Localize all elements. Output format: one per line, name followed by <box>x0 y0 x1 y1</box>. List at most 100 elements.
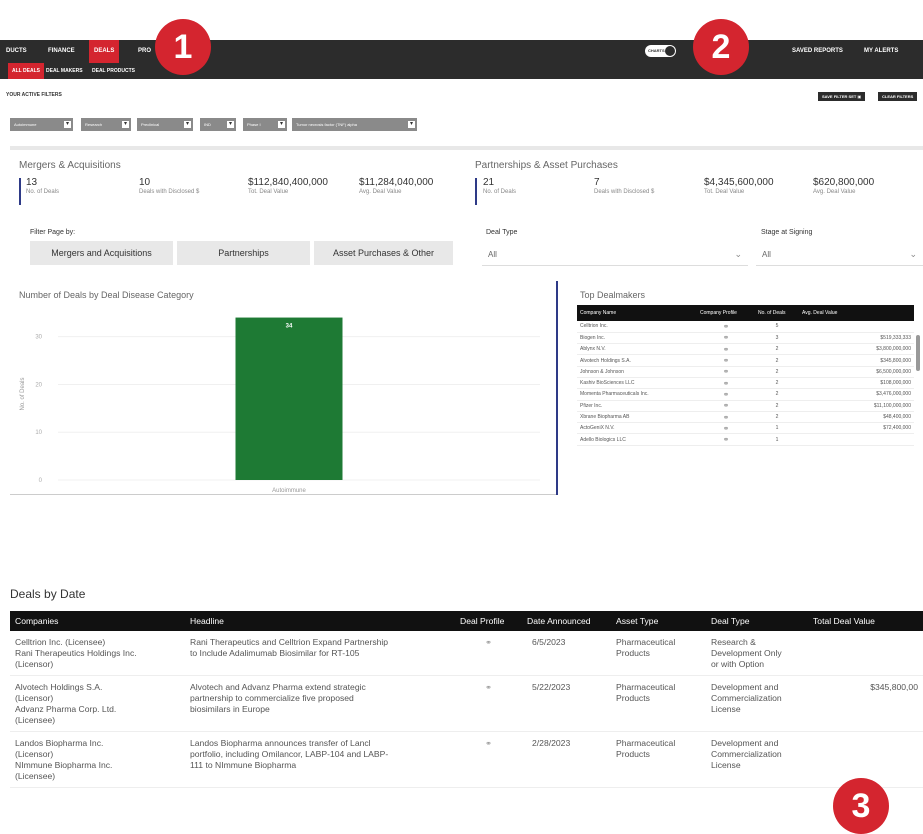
filter-chip[interactable]: Research ▾ <box>81 118 131 131</box>
table-row[interactable]: Ablynx N.V. ⚭ 2 $3,800,000,000 <box>577 343 914 356</box>
table-row[interactable]: Pfizer Inc. ⚭ 2 $11,100,000,000 <box>577 400 914 412</box>
company-profile-cell[interactable]: ⚭ <box>697 366 755 378</box>
nav-item-saved-reports[interactable]: SAVED REPORTS <box>792 40 843 63</box>
company-profile-cell[interactable]: ⚭ <box>697 411 755 424</box>
remove-filter-icon[interactable]: ▾ <box>184 121 191 128</box>
link-icon[interactable]: ⚭ <box>723 333 730 342</box>
table-row[interactable]: Celltrion Inc. (Licensee) Rani Therapeut… <box>10 631 923 676</box>
company-name-cell[interactable]: ActoGeniX N.V. <box>577 422 697 435</box>
deal-profile-cell[interactable]: ⚭ <box>455 731 522 788</box>
table-row[interactable]: Celltrion Inc. ⚭ 5 <box>577 321 914 333</box>
col-company-profile[interactable]: Company Profile <box>697 305 755 321</box>
company-name-cell[interactable]: Pfizer Inc. <box>577 400 697 412</box>
company-profile-cell[interactable]: ⚭ <box>697 343 755 356</box>
link-icon[interactable]: ⚭ <box>723 401 730 410</box>
table-row[interactable]: Alvotech Holdings S.A. ⚭ 2 $345,800,000 <box>577 354 914 367</box>
stage-select[interactable]: All ⌄ <box>756 243 923 266</box>
table-row[interactable]: Xbrane Biopharma AB ⚭ 2 $48,400,000 <box>577 411 914 424</box>
col-company-name[interactable]: Company Name <box>577 305 697 321</box>
company-name-cell[interactable]: Biogen Inc. <box>577 332 697 345</box>
company-profile-cell[interactable]: ⚭ <box>697 400 755 412</box>
company-profile-cell[interactable]: ⚭ <box>697 433 755 446</box>
link-icon[interactable]: ⚭ <box>485 683 492 692</box>
company-name-cell[interactable]: Xbrane Biopharma AB <box>577 411 697 424</box>
remove-filter-icon[interactable]: ▾ <box>408 121 415 128</box>
table-row[interactable]: Alvotech Holdings S.A. (Licensor) Advanz… <box>10 675 923 732</box>
nav-item-deals[interactable]: DEALS <box>89 40 120 63</box>
col-no-of-deals[interactable]: No. of Deals <box>755 305 799 321</box>
link-icon[interactable]: ⚭ <box>723 322 730 331</box>
company-profile-cell[interactable]: ⚭ <box>697 422 755 435</box>
subnav-deal-products[interactable]: DEAL PRODUCTS <box>92 63 135 79</box>
company-name-cell[interactable]: Kashiv BioSciences LLC <box>577 377 697 390</box>
save-filter-set-button[interactable]: SAVE FILTER SET ▣ <box>818 92 866 101</box>
companies-cell[interactable]: Celltrion Inc. (Licensee) Rani Therapeut… <box>10 631 185 676</box>
link-icon[interactable]: ⚭ <box>723 413 730 422</box>
deal-profile-cell[interactable]: ⚭ <box>455 675 522 732</box>
filter-chip[interactable]: Preclinical ▾ <box>137 118 193 131</box>
companies-cell[interactable]: Alvotech Holdings S.A. (Licensor) Advanz… <box>10 675 185 732</box>
col-deal-profile[interactable]: Deal Profile <box>455 611 522 631</box>
filter-chip[interactable]: Phase I ▾ <box>243 118 287 131</box>
link-icon[interactable]: ⚭ <box>723 435 730 444</box>
remove-filter-icon[interactable]: ▾ <box>64 121 71 128</box>
company-name-cell[interactable]: Alvotech Holdings S.A. <box>577 354 697 367</box>
table-row[interactable]: Kashiv BioSciences LLC ⚭ 2 $108,000,000 <box>577 377 914 390</box>
link-icon[interactable]: ⚭ <box>485 638 492 647</box>
table-row[interactable]: Biogen Inc. ⚭ 3 $519,333,333 <box>577 332 914 345</box>
link-icon[interactable]: ⚭ <box>723 379 730 388</box>
company-name-cell[interactable]: Celltrion Inc. <box>577 321 697 333</box>
col-total-deal-value[interactable]: Total Deal Value <box>808 611 923 631</box>
company-name-cell[interactable]: Ablynx N.V. <box>577 343 697 356</box>
col-asset-type[interactable]: Asset Type <box>611 611 706 631</box>
filter-chip[interactable]: Autoimmune ▾ <box>10 118 73 131</box>
deal-type-select[interactable]: All ⌄ <box>482 243 748 266</box>
clear-filters-button[interactable]: CLEAR FILTERS <box>878 92 918 101</box>
col-deal-type[interactable]: Deal Type <box>706 611 808 631</box>
filter-ma-button[interactable]: Mergers and Acquisitions <box>30 241 173 265</box>
company-name-cell[interactable]: Johnson & Johnson <box>577 366 697 378</box>
link-icon[interactable]: ⚭ <box>723 356 730 365</box>
remove-filter-icon[interactable]: ▾ <box>278 121 285 128</box>
headline-cell[interactable]: Landos Biopharma announces transfer of L… <box>185 731 455 788</box>
col-companies[interactable]: Companies <box>10 611 185 631</box>
col-headline[interactable]: Headline <box>185 611 455 631</box>
filter-partnerships-button[interactable]: Partnerships <box>177 241 310 265</box>
table-row[interactable]: Adello Biologics LLC ⚭ 1 <box>577 433 914 446</box>
headline-cell[interactable]: Alvotech and Advanz Pharma extend strate… <box>185 675 455 732</box>
subnav-deal-makers[interactable]: DEAL MAKERS <box>46 63 83 79</box>
filter-asset-purchases-button[interactable]: Asset Purchases & Other <box>314 241 453 265</box>
link-icon[interactable]: ⚭ <box>723 367 730 376</box>
charts-toggle[interactable]: CHARTS <box>645 45 676 57</box>
company-profile-cell[interactable]: ⚭ <box>697 388 755 401</box>
nav-item-products[interactable]: DUCTS <box>6 40 27 63</box>
col-date-announced[interactable]: Date Announced <box>522 611 611 631</box>
companies-cell[interactable]: Landos Biopharma Inc. (Licensor) NImmune… <box>10 731 185 788</box>
nav-item-finance[interactable]: FINANCE <box>48 40 75 63</box>
nav-item-my-alerts[interactable]: MY ALERTS <box>864 40 898 63</box>
subnav-all-deals[interactable]: ALL DEALS <box>8 63 44 79</box>
remove-filter-icon[interactable]: ▾ <box>122 121 129 128</box>
headline-cell[interactable]: Rani Therapeutics and Celltrion Expand P… <box>185 631 455 676</box>
company-name-cell[interactable]: Adello Biologics LLC <box>577 433 697 446</box>
link-icon[interactable]: ⚭ <box>723 390 730 399</box>
company-profile-cell[interactable]: ⚭ <box>697 332 755 345</box>
table-row[interactable]: ActoGeniX N.V. ⚭ 1 $72,400,000 <box>577 422 914 435</box>
remove-filter-icon[interactable]: ▾ <box>227 121 234 128</box>
company-profile-cell[interactable]: ⚭ <box>697 354 755 367</box>
scrollbar-thumb[interactable] <box>916 335 920 371</box>
company-name-cell[interactable]: Momenta Pharmaceuticals Inc. <box>577 388 697 401</box>
filter-chip[interactable]: IND ▾ <box>200 118 236 131</box>
nav-item-pro[interactable]: PRO <box>138 40 151 63</box>
link-icon[interactable]: ⚭ <box>723 424 730 433</box>
link-icon[interactable]: ⚭ <box>723 345 730 354</box>
link-icon[interactable]: ⚭ <box>485 739 492 748</box>
company-profile-cell[interactable]: ⚭ <box>697 321 755 333</box>
table-row[interactable]: Johnson & Johnson ⚭ 2 $6,500,000,000 <box>577 366 914 378</box>
company-profile-cell[interactable]: ⚭ <box>697 377 755 390</box>
col-avg-deal-value[interactable]: Avg. Deal Value <box>799 305 914 321</box>
table-row[interactable]: Momenta Pharmaceuticals Inc. ⚭ 2 $3,476,000… <box>577 388 914 401</box>
table-row[interactable]: Landos Biopharma Inc. (Licensor) NImmune… <box>10 731 923 788</box>
filter-chip[interactable]: Tumor necrosis factor (TNF) alpha ▾ <box>292 118 417 131</box>
deal-profile-cell[interactable]: ⚭ <box>455 631 522 676</box>
